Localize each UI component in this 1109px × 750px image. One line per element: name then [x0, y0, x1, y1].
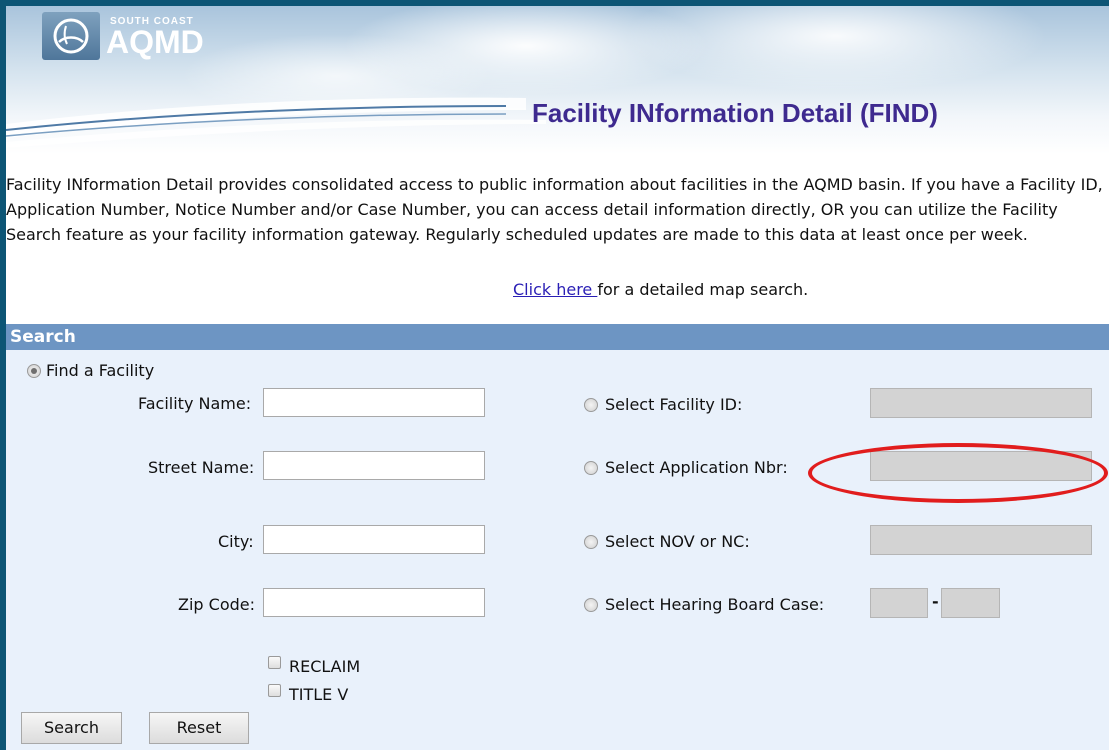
map-search-link[interactable]: Click here	[513, 280, 597, 299]
hearing-case-input-2[interactable]	[941, 588, 1000, 618]
select-application-radio[interactable]	[584, 461, 598, 475]
street-name-input[interactable]	[263, 451, 485, 480]
select-hearing-label: Select Hearing Board Case:	[605, 595, 825, 614]
select-application-label: Select Application Nbr:	[605, 458, 788, 477]
city-input[interactable]	[263, 525, 485, 554]
reclaim-checkbox[interactable]	[268, 656, 281, 669]
nov-nc-input[interactable]	[870, 525, 1092, 555]
select-hearing-radio[interactable]	[584, 598, 598, 612]
city-label: City:	[218, 532, 254, 551]
hearing-case-input-1[interactable]	[870, 588, 928, 618]
hearing-separator: -	[932, 592, 939, 611]
page-title: Facility INformation Detail (FIND)	[532, 98, 938, 128]
find-facility-radio[interactable]	[27, 364, 41, 378]
find-facility-label: Find a Facility	[46, 361, 155, 380]
facility-name-label: Facility Name:	[138, 394, 252, 413]
facility-id-input[interactable]	[870, 388, 1092, 418]
globe-icon	[53, 18, 89, 54]
select-facility-id-radio[interactable]	[584, 398, 598, 412]
map-search-line: Click here for a detailed map search.	[513, 280, 808, 299]
map-search-text: for a detailed map search.	[597, 280, 809, 299]
aqmd-logo-icon[interactable]	[42, 12, 100, 60]
facility-name-input[interactable]	[263, 388, 485, 417]
intro-paragraph: Facility INformation Detail provides con…	[6, 175, 1103, 244]
zip-code-label: Zip Code:	[178, 595, 255, 614]
application-nbr-input[interactable]	[870, 451, 1092, 481]
title-v-checkbox[interactable]	[268, 684, 281, 697]
select-facility-id-label: Select Facility ID:	[605, 395, 743, 414]
reclaim-label: RECLAIM	[289, 657, 361, 676]
search-button[interactable]: Search	[21, 712, 122, 744]
page-frame: SOUTH COAST AQMD Facility INformation De…	[6, 6, 1109, 750]
street-name-label: Street Name:	[148, 458, 255, 477]
select-nov-label: Select NOV or NC:	[605, 532, 750, 551]
select-nov-radio[interactable]	[584, 535, 598, 549]
search-section-header: Search	[6, 324, 1109, 350]
logo-title: AQMD	[106, 24, 204, 60]
reset-button[interactable]: Reset	[149, 712, 249, 744]
title-v-label: TITLE V	[289, 685, 349, 704]
zip-code-input[interactable]	[263, 588, 485, 617]
header-banner: SOUTH COAST AQMD Facility INformation De…	[6, 6, 1109, 154]
